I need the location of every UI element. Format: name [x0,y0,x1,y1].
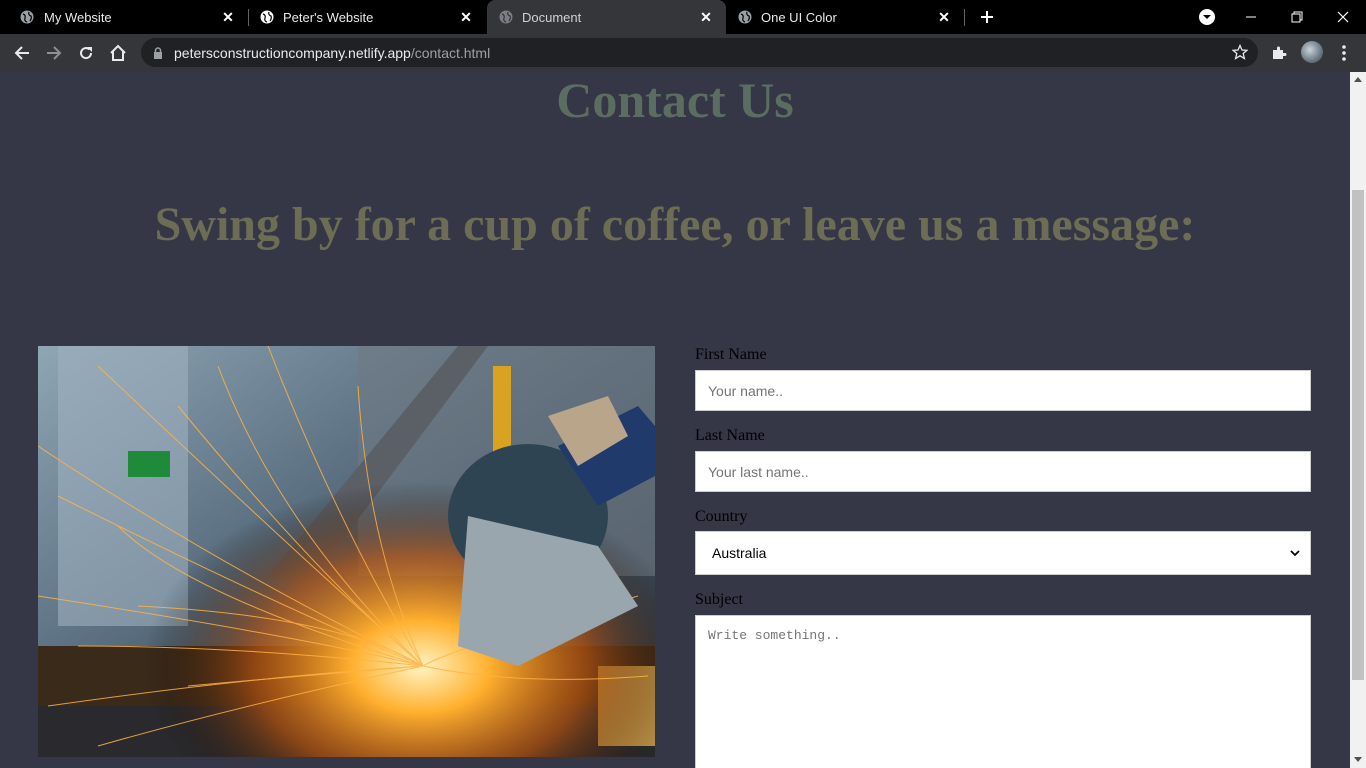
close-icon [1337,11,1349,23]
home-icon [110,44,126,61]
forward-button[interactable] [41,40,67,66]
country-selected-value: Australia [712,545,767,561]
tab-my-website[interactable]: My Website ✕ [0,0,248,34]
more-vert-icon [1342,45,1346,61]
menu-button[interactable] [1331,40,1357,66]
first-name-input[interactable] [695,370,1311,411]
browser-toolbar: petersconstructioncompany.netlify.app/co… [0,34,1366,72]
scroll-up-arrow-icon[interactable] [1354,77,1362,82]
scroll-down-arrow-icon[interactable] [1354,757,1362,762]
address-bar[interactable]: petersconstructioncompany.netlify.app/co… [141,38,1258,67]
close-icon[interactable]: ✕ [936,9,952,25]
restore-icon [1291,11,1303,23]
country-select[interactable]: Australia [695,531,1311,575]
reload-button[interactable] [73,40,99,66]
close-icon[interactable]: ✕ [458,9,474,25]
globe-icon [499,10,513,24]
page-title: Contact Us [556,72,794,128]
page-scrollbar[interactable] [1350,72,1366,768]
close-window-button[interactable] [1320,0,1366,34]
first-name-label: First Name [695,346,767,363]
plus-icon [981,11,993,23]
tab-search-button[interactable] [1199,9,1215,25]
reload-icon [80,47,93,60]
subject-label: Subject [695,591,743,608]
chevron-down-icon [1203,15,1211,19]
page-subtitle: Swing by for a cup of coffee, or leave u… [154,198,1196,251]
bookmark-star-icon[interactable] [1231,43,1249,65]
tab-title: Document [522,10,582,25]
lock-icon [153,46,163,64]
globe-icon [20,10,34,24]
extensions-button[interactable] [1266,40,1292,66]
scroll-thumb[interactable] [1352,190,1364,680]
subject-textarea[interactable] [695,615,1311,768]
globe-icon [260,10,274,24]
url-text: petersconstructioncompany.netlify.app/co… [174,45,491,61]
tab-title: Peter's Website [283,10,374,25]
back-button[interactable] [9,40,35,66]
arrow-left-icon [14,46,29,60]
tab-document[interactable]: Document ✕ [487,0,726,34]
restore-button[interactable] [1274,0,1320,34]
tab-peters-website[interactable]: Peter's Website ✕ [248,0,486,34]
puzzle-icon [1273,46,1287,59]
tab-divider [964,9,965,26]
arrow-right-icon [47,46,62,60]
construction-photo [38,346,655,757]
tab-one-ui-color[interactable]: One UI Color ✕ [726,0,964,34]
avatar[interactable] [1301,41,1323,63]
tab-title: My Website [44,10,112,25]
minimize-icon [1246,16,1256,18]
page-content: Contact Us Swing by for a cup of coffee,… [0,72,1350,768]
minimize-button[interactable] [1228,0,1274,34]
country-label: Country [695,508,748,525]
close-icon[interactable]: ✕ [698,9,714,25]
last-name-label: Last Name [695,427,765,444]
home-button[interactable] [105,40,131,66]
tab-strip: My Website ✕ Peter's Website ✕ Document … [0,0,1366,34]
last-name-input[interactable] [695,451,1311,492]
new-tab-button[interactable] [976,6,998,28]
chevron-down-icon [1290,550,1300,557]
tab-title: One UI Color [761,10,837,25]
globe-icon [738,10,752,24]
close-icon[interactable]: ✕ [220,9,236,25]
